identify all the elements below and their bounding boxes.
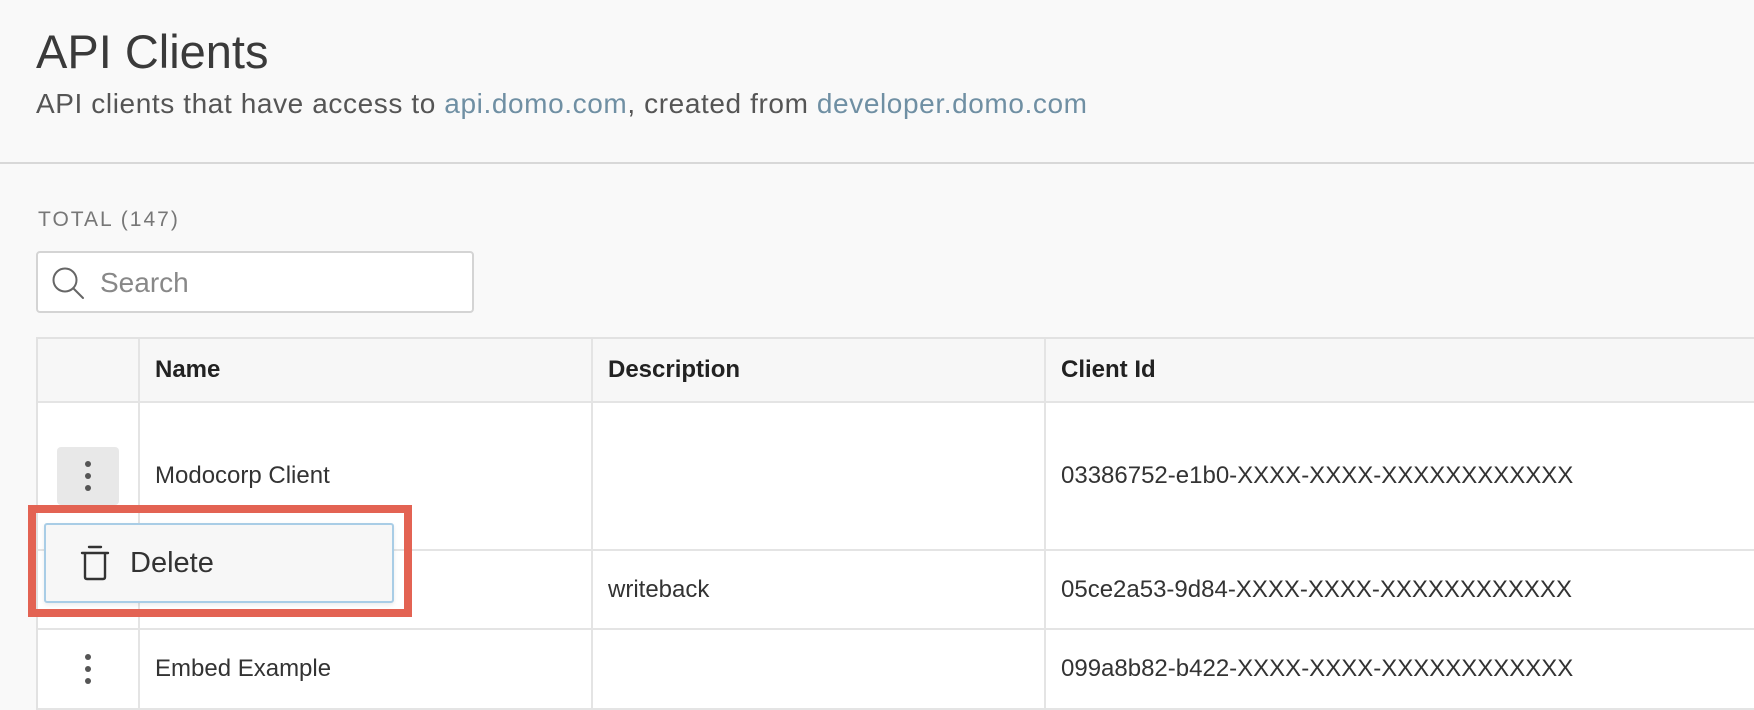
column-header-client-id[interactable]: Client Id [1046, 339, 1754, 401]
context-menu: Delete [44, 523, 394, 603]
search-icon [52, 267, 84, 299]
client-id: 03386752-e1b0-XXXX-XXXX-XXXXXXXXXXXX [1061, 462, 1574, 489]
delete-menu-item[interactable]: Delete [46, 525, 392, 601]
trash-icon [80, 545, 110, 581]
client-id: 05ce2a53-9d84-XXXX-XXXX-XXXXXXXXXXXX [1061, 575, 1572, 603]
page-title: API Clients [36, 25, 269, 78]
more-options-icon[interactable] [57, 640, 119, 698]
column-header-description[interactable]: Description [593, 339, 1046, 401]
client-description: writeback [593, 551, 1046, 628]
search-box[interactable] [36, 251, 474, 313]
client-description [593, 630, 1046, 708]
more-options-icon[interactable] [57, 447, 119, 505]
row-actions-cell [38, 630, 140, 708]
client-description [593, 403, 1046, 549]
subtitle-prefix: API clients that have access to [36, 88, 445, 119]
api-domo-link[interactable]: api.domo.com [444, 88, 627, 119]
page-subtitle: API clients that have access to api.domo… [36, 86, 1088, 122]
column-header-actions [38, 339, 140, 401]
total-count: TOTAL (147) [38, 208, 180, 231]
client-id: 099a8b82-b422-XXXX-XXXX-XXXXXXXXXXXX [1061, 655, 1574, 682]
subtitle-middle: , created from [627, 88, 817, 119]
delete-label: Delete [130, 546, 214, 579]
column-header-name[interactable]: Name [140, 339, 593, 401]
client-name: Embed Example [140, 630, 593, 708]
developer-domo-link[interactable]: developer.domo.com [817, 88, 1088, 119]
table-header-row: Name Description Client Id [38, 339, 1754, 403]
table-row: Embed Example 099a8b82-b422-XXXX-XXXX-XX… [38, 630, 1754, 710]
page-header: API Clients API clients that have access… [0, 0, 1754, 164]
search-input[interactable] [98, 261, 462, 305]
